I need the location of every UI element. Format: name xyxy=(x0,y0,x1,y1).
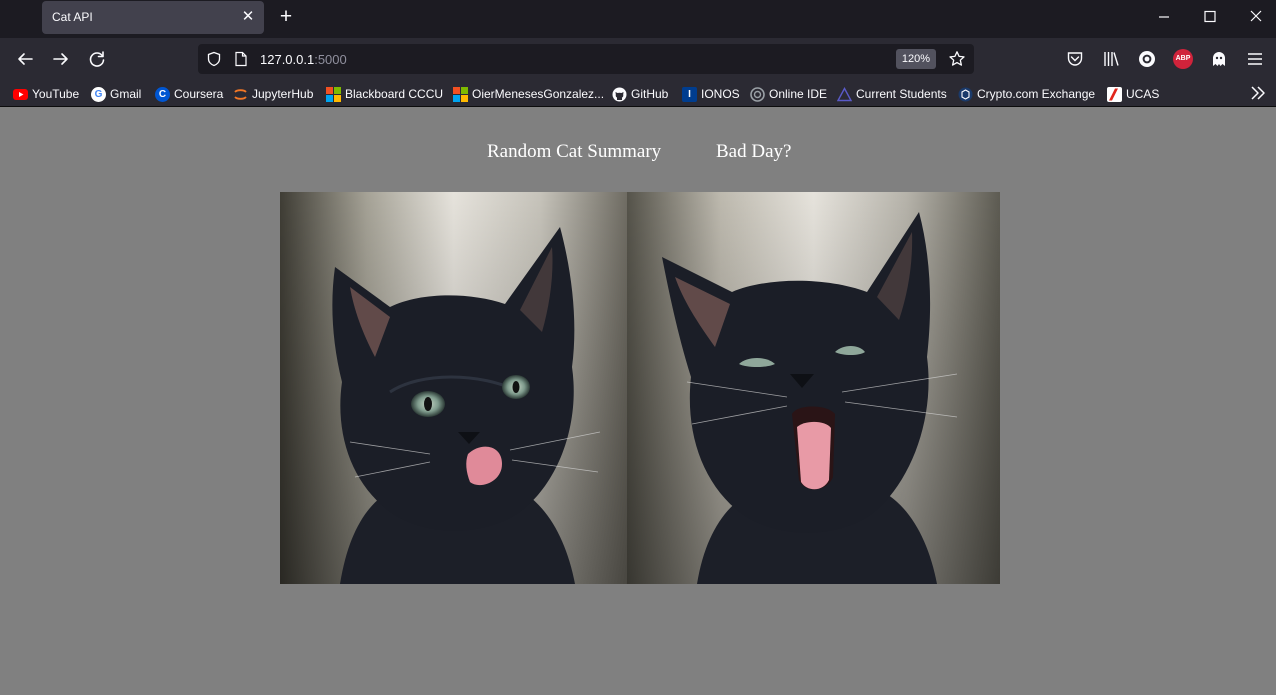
youtube-icon xyxy=(13,87,28,102)
library-icon[interactable] xyxy=(1101,49,1121,69)
navigation-toolbar: 127.0.0.1:5000 120% ABP xyxy=(0,38,1276,80)
page-icon[interactable] xyxy=(234,51,248,67)
window-close-icon[interactable] xyxy=(1246,6,1266,26)
bookmark-label: GitHub xyxy=(631,87,669,101)
cat-yawning-image xyxy=(627,192,1000,584)
bad-day-link[interactable]: Bad Day? xyxy=(716,141,791,163)
bookmark-label: Crypto.com Exchange xyxy=(977,87,1096,101)
bookmark-label: Gmail xyxy=(110,87,142,101)
bookmark-label: JupyterHub xyxy=(252,87,314,101)
microsoft-icon xyxy=(326,86,341,102)
bookmark-ionos[interactable]: I IONOS xyxy=(682,86,740,102)
ionos-icon: I xyxy=(682,86,697,102)
jupyter-icon xyxy=(233,87,248,102)
menu-icon[interactable] xyxy=(1245,49,1265,69)
github-icon xyxy=(612,87,627,102)
bookmark-label: YouTube xyxy=(32,87,80,101)
new-tab-button[interactable]: + xyxy=(276,6,296,28)
zoom-level-badge[interactable]: 120% xyxy=(896,49,936,69)
tab-cat-api[interactable]: Cat API ✕ xyxy=(42,1,264,34)
online-ide-icon xyxy=(750,86,765,102)
shield-icon[interactable] xyxy=(206,51,222,67)
bookmark-youtube[interactable]: YouTube xyxy=(13,86,79,102)
url-bar[interactable]: 127.0.0.1:5000 120% xyxy=(198,44,974,74)
bookmark-gmail[interactable]: G Gmail xyxy=(91,86,141,102)
star-icon[interactable] xyxy=(948,50,966,68)
bookmark-coursera[interactable]: C Coursera xyxy=(155,86,223,102)
crypto-icon xyxy=(958,87,973,102)
ghost-icon[interactable] xyxy=(1209,49,1229,69)
bookmark-label: IONOS xyxy=(701,87,740,101)
google-icon: G xyxy=(91,86,106,102)
maximize-icon[interactable] xyxy=(1200,6,1220,26)
url-host: 127.0.0.1 xyxy=(260,52,315,67)
reload-icon[interactable] xyxy=(86,48,108,70)
bookmark-blackboard[interactable]: Blackboard CCCU xyxy=(326,86,443,102)
bookmark-label: Online IDE xyxy=(769,87,828,101)
bookmark-label: OierMenesesGonzalez... xyxy=(472,87,605,101)
tab-close-icon[interactable]: ✕ xyxy=(240,8,256,26)
students-icon xyxy=(837,86,852,102)
back-icon[interactable] xyxy=(14,48,36,70)
pocket-icon[interactable] xyxy=(1065,49,1085,69)
page-content: Random Cat Summary Bad Day? xyxy=(1,108,1275,695)
bookmark-label: Current Students xyxy=(856,87,947,101)
random-cat-summary-link[interactable]: Random Cat Summary xyxy=(487,141,661,163)
tab-strip: Cat API ✕ + xyxy=(0,0,1276,38)
bookmark-github[interactable]: GitHub xyxy=(612,86,668,102)
minimize-icon[interactable] xyxy=(1154,6,1174,26)
bookmark-online-ide[interactable]: Online IDE xyxy=(750,86,827,102)
url-port: :5000 xyxy=(314,52,347,67)
url-text[interactable]: 127.0.0.1:5000 xyxy=(260,52,347,67)
ucas-icon xyxy=(1107,86,1122,102)
forward-icon[interactable] xyxy=(50,48,72,70)
bookmark-current-students[interactable]: Current Students xyxy=(837,86,947,102)
microsoft-icon xyxy=(453,86,468,102)
tab-title: Cat API xyxy=(52,10,93,24)
bookmark-jupyterhub[interactable]: JupyterHub xyxy=(233,86,313,102)
bookmark-oiermeneses[interactable]: OierMenesesGonzalez... xyxy=(453,86,604,102)
bookmark-label: UCAS xyxy=(1126,87,1160,101)
bookmark-crypto-exchange[interactable]: Crypto.com Exchange xyxy=(958,86,1095,102)
profile-icon[interactable] xyxy=(1137,49,1157,69)
coursera-icon: C xyxy=(155,86,170,102)
adblock-icon[interactable]: ABP xyxy=(1173,49,1193,69)
bookmarks-toolbar: YouTube G Gmail C Coursera JupyterHub Bl… xyxy=(0,80,1276,107)
cat-licking-image xyxy=(280,192,627,584)
bookmark-label: Blackboard CCCU xyxy=(345,87,444,101)
bookmark-ucas[interactable]: UCAS xyxy=(1107,86,1159,102)
bookmarks-overflow-icon[interactable] xyxy=(1249,84,1267,102)
bookmark-label: Coursera xyxy=(174,87,224,101)
